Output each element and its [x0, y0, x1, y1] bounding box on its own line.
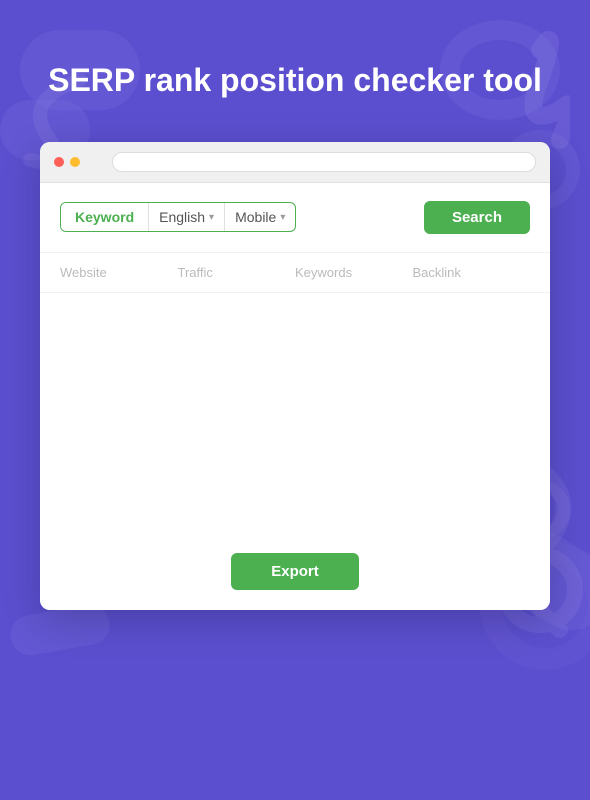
browser-window: Keyword English ▾ Mobile ▾ Search Websit… — [40, 142, 550, 610]
bg-shape-6 — [7, 602, 112, 659]
browser-url-bar — [112, 152, 536, 172]
device-select[interactable]: Mobile ▾ — [225, 203, 295, 231]
browser-dot-red — [54, 157, 64, 167]
device-label: Mobile — [235, 209, 276, 225]
language-label: English — [159, 209, 205, 225]
col-website: Website — [60, 265, 178, 280]
export-area: Export — [40, 533, 550, 610]
col-keywords: Keywords — [295, 265, 413, 280]
browser-topbar — [40, 142, 550, 183]
language-chevron-icon: ▾ — [209, 212, 214, 223]
toolbar-controls: Keyword English ▾ Mobile ▾ — [60, 202, 296, 232]
browser-dot-green — [86, 157, 96, 167]
device-chevron-icon: ▾ — [280, 212, 285, 223]
col-traffic: Traffic — [178, 265, 296, 280]
browser-dot-yellow — [70, 157, 80, 167]
export-button[interactable]: Export — [231, 553, 359, 590]
page-content: SERP rank position checker tool Keyword … — [0, 0, 590, 610]
table-header: Website Traffic Keywords Backlink — [40, 253, 550, 293]
search-button[interactable]: Search — [424, 201, 530, 234]
keyword-input[interactable]: Keyword — [61, 203, 148, 231]
table-body — [40, 293, 550, 533]
language-select[interactable]: English ▾ — [149, 203, 224, 231]
col-backlink: Backlink — [413, 265, 531, 280]
hero-title: SERP rank position checker tool — [8, 60, 582, 102]
toolbar: Keyword English ▾ Mobile ▾ Search — [40, 183, 550, 253]
